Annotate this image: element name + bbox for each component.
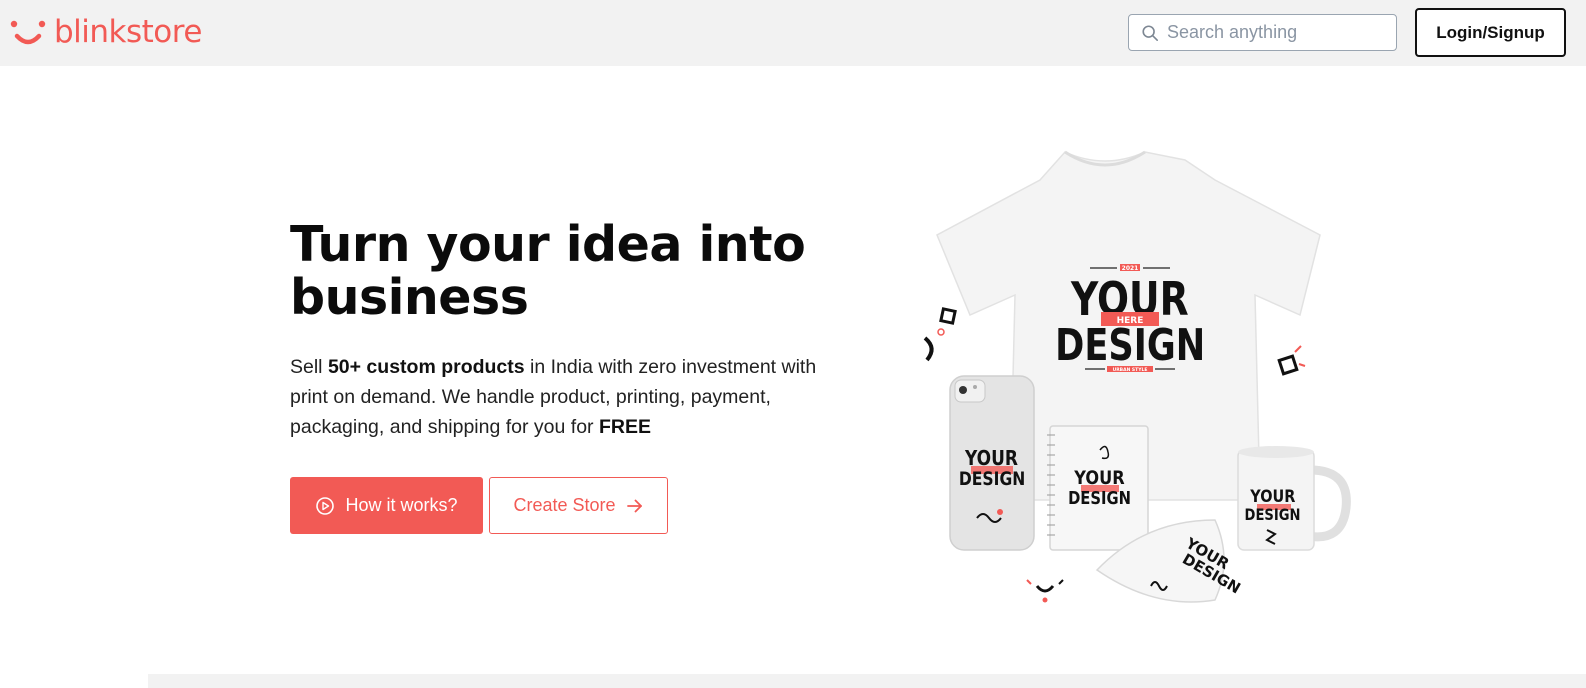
hero-desc-text: Sell: [290, 356, 328, 378]
tshirt-text-design: DESIGN: [1055, 320, 1205, 371]
create-store-button[interactable]: Create Store: [489, 477, 668, 534]
notebook-image: YOUR DESIGN: [1047, 425, 1149, 551]
search-input[interactable]: [1167, 22, 1387, 43]
how-it-works-button[interactable]: How it works?: [290, 477, 483, 534]
play-circle-icon: [316, 496, 335, 515]
hero-desc-highlight: 50+ custom products: [327, 356, 525, 378]
tshirt-bottom-text: URBAN STYLE: [1113, 367, 1148, 373]
how-it-works-label: How it works?: [345, 495, 458, 515]
search-icon: [1142, 24, 1159, 41]
hero-title: Turn your idea into business: [290, 216, 806, 326]
svg-text:DESIGN: DESIGN: [1068, 488, 1131, 509]
next-section-edge: [148, 674, 1586, 688]
top-header: blinkstore Login/Signup: [0, 0, 1586, 66]
brand-logo[interactable]: blinkstore: [8, 12, 202, 52]
login-signup-button[interactable]: Login/Signup: [1415, 8, 1566, 57]
smile-logo-icon: [10, 20, 46, 45]
arrow-right-icon: [626, 499, 642, 512]
phone-case-image: YOUR DESIGN: [949, 375, 1035, 551]
mug-image: YOUR DESIGN: [1237, 446, 1351, 551]
create-store-label: Create Store: [513, 495, 616, 515]
hero-desc-free: FREE: [598, 416, 651, 438]
svg-text:YOUR: YOUR: [1249, 486, 1295, 506]
hero-description: Sell 50+ custom products in India with z…: [290, 352, 820, 442]
svg-text:DESIGN: DESIGN: [1245, 506, 1301, 525]
svg-text:DESIGN: DESIGN: [959, 469, 1025, 491]
products-illustration: 2021 2021 YOUR HERE DESIGN URBAN STYLE Y…: [923, 150, 1351, 603]
svg-text:2021: 2021: [1122, 265, 1139, 272]
search-box[interactable]: [1128, 14, 1397, 51]
brand-name: blinkstore: [54, 14, 202, 50]
